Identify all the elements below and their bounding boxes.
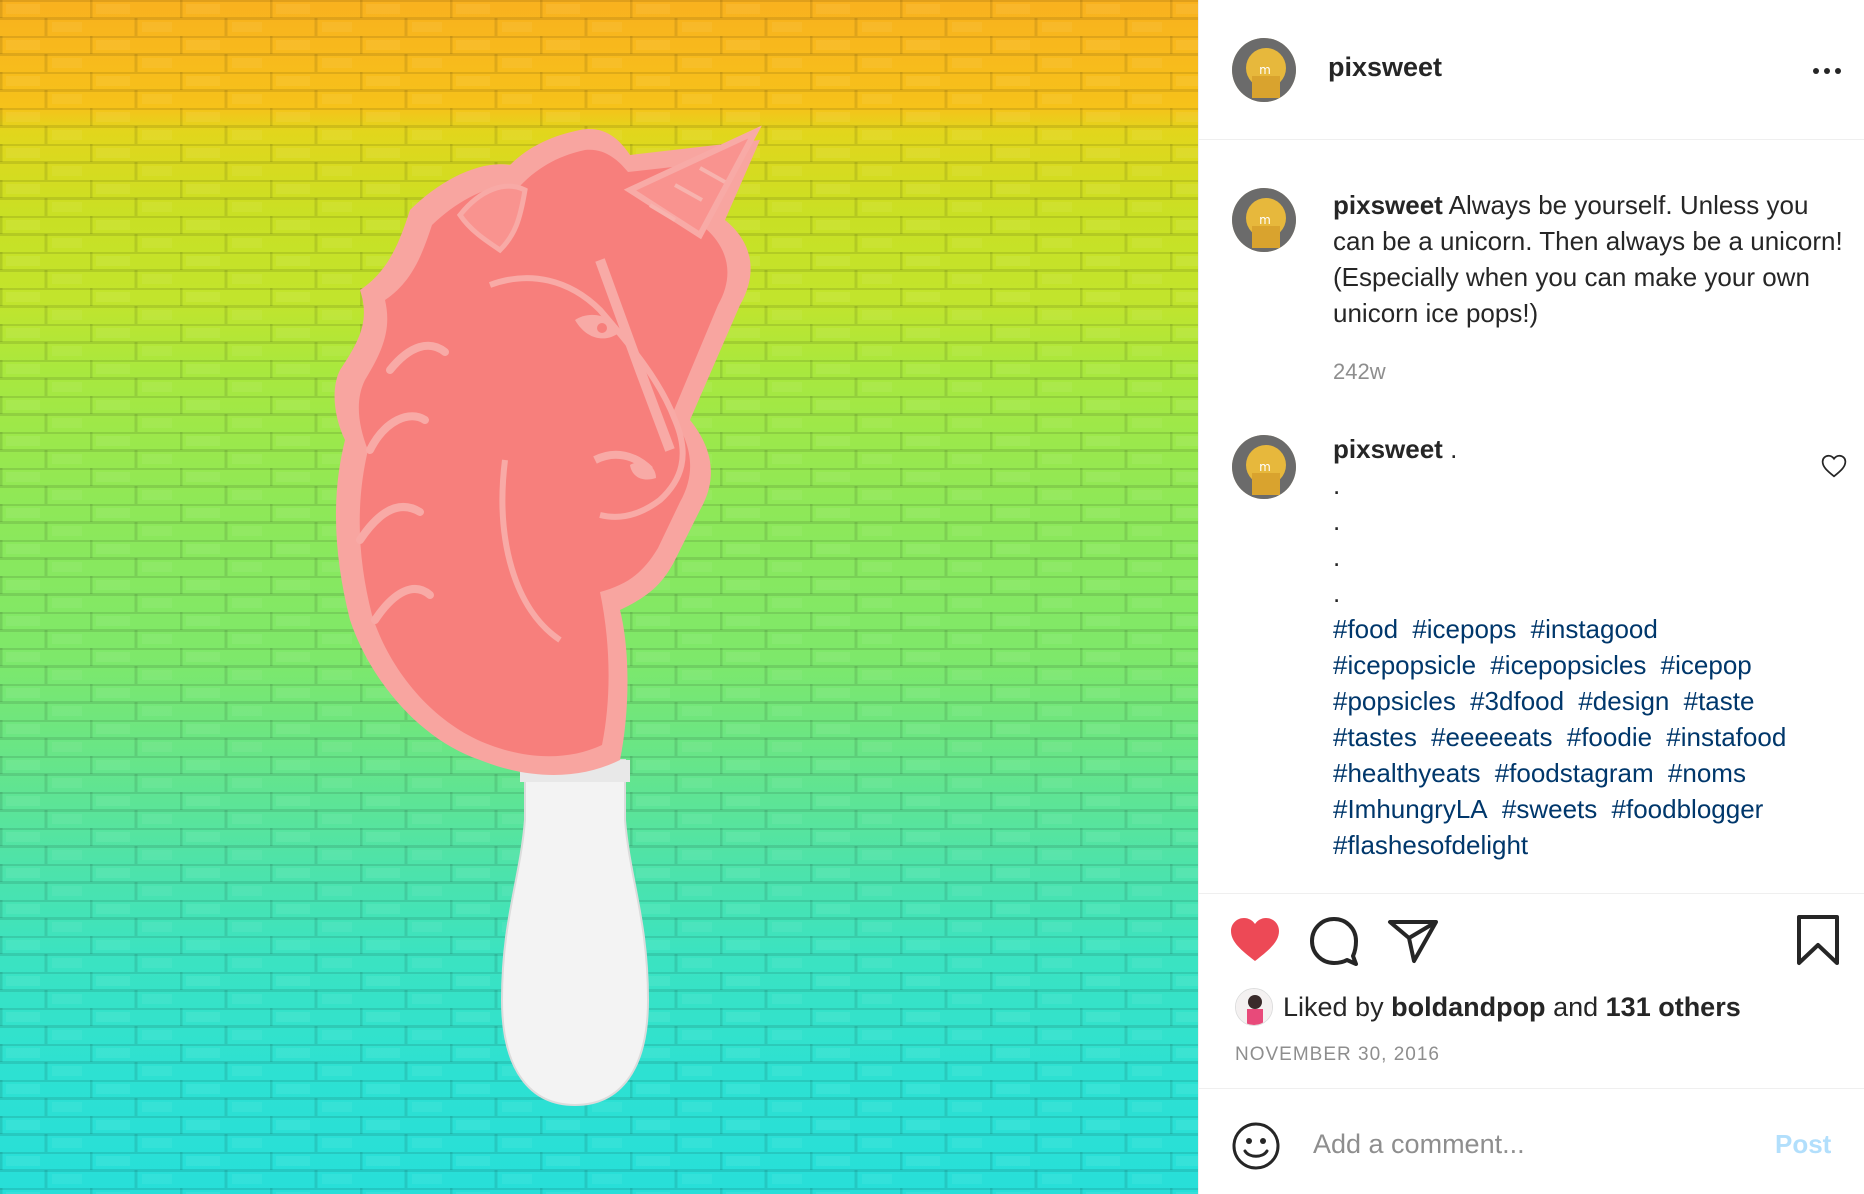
post-comment-button[interactable]: Post [1775,1129,1831,1160]
bookmark-icon[interactable] [1795,914,1841,966]
hashtag-link[interactable]: #sweets [1502,794,1597,824]
author-avatar[interactable]: m [1232,38,1296,102]
post-panel: m pixsweet m pixsweet Always be yourself… [1198,0,1864,1194]
likes-summary: Liked by boldandpop and 131 others [1235,986,1741,1028]
svg-text:m: m [1259,213,1271,227]
caption-text: pixsweet Always be yourself. Unless you … [1333,187,1853,331]
hashtag-link[interactable]: #design [1578,686,1669,716]
post-header: m pixsweet [1199,0,1864,140]
unicorn-popsicle [334,125,762,1107]
caption-author-avatar[interactable]: m [1232,188,1296,252]
svg-text:m: m [1259,460,1271,474]
comment-input[interactable] [1313,1119,1753,1169]
hashtag-link[interactable]: #tastes [1333,722,1417,752]
liker-username[interactable]: boldandpop [1391,992,1545,1023]
liked-by-joiner: and [1553,991,1599,1022]
paper-plane-icon[interactable] [1387,918,1439,964]
hashtag-link[interactable]: #flashesofdelight [1333,830,1528,860]
hashtag-link[interactable]: #taste [1684,686,1755,716]
comment-dot: . [1333,506,1341,536]
hashtag-link[interactable]: #ImhungryLA [1333,794,1488,824]
hashtag-link[interactable]: #foodstagram [1495,758,1654,788]
hashtag-list: #food #icepops #instagood #icepopsicle #… [1333,611,1803,863]
heart-filled-icon[interactable] [1229,916,1281,964]
comment-dot: . [1333,578,1341,608]
hashtag-link[interactable]: #3dfood [1470,686,1564,716]
post-age[interactable]: 242w [1333,359,1386,385]
hashtag-link[interactable]: #icepopsicle [1333,650,1476,680]
caption-author[interactable]: pixsweet [1333,190,1443,220]
hashtag-link[interactable]: #food [1333,614,1398,644]
likes-others-count[interactable]: 131 others [1606,992,1741,1023]
liker-avatar[interactable] [1235,988,1273,1026]
liked-by-prefix: Liked by [1283,991,1384,1022]
hashtag-link[interactable]: #icepopsicles [1490,650,1646,680]
comments-section[interactable]: m pixsweet Always be yourself. Unless yo… [1199,141,1864,893]
post-date[interactable]: NOVEMBER 30, 2016 [1235,1044,1440,1066]
hashtag-link[interactable]: #instafood [1666,722,1786,752]
comment-dot: . [1333,542,1341,572]
author-username[interactable]: pixsweet [1328,52,1442,83]
hashtag-link[interactable]: #eeeeeats [1431,722,1552,752]
post-image[interactable] [0,0,1198,1194]
svg-text:m: m [1259,63,1271,77]
hashtag-link[interactable]: #instagood [1531,614,1658,644]
more-options-icon[interactable] [1799,56,1859,84]
comment-like-heart-icon[interactable] [1821,454,1847,478]
hashtag-link[interactable]: #foodie [1567,722,1652,752]
emoji-icon[interactable] [1231,1121,1281,1171]
hashtag-link[interactable]: #popsicles [1333,686,1456,716]
comment-author[interactable]: pixsweet [1333,434,1443,464]
hashtag-link[interactable]: #icepop [1661,650,1752,680]
comment-author-avatar[interactable]: m [1232,435,1296,499]
comment-bubble-icon[interactable] [1309,916,1359,966]
hashtag-link[interactable]: #noms [1668,758,1746,788]
add-comment-bar: Post [1199,1088,1864,1194]
comment-first-line: . [1450,434,1458,464]
hashtag-link[interactable]: #healthyeats [1333,758,1480,788]
post-actions: Liked by boldandpop and 131 others NOVEM… [1199,893,1864,1088]
hashtag-link[interactable]: #icepops [1412,614,1516,644]
comment-text: pixsweet . . . . . #food #icepops #insta… [1333,431,1803,863]
hashtag-link[interactable]: #foodblogger [1612,794,1764,824]
comment-dot: . [1333,470,1341,500]
